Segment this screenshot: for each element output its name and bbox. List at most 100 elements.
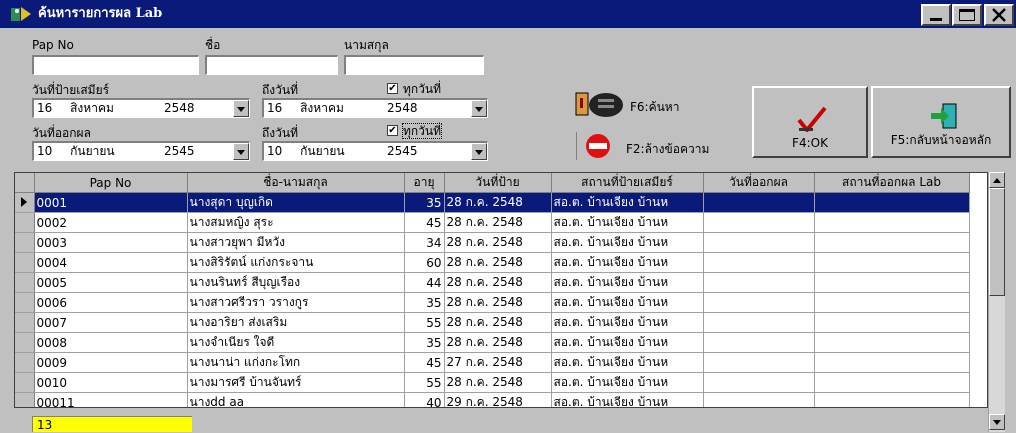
result-date-from-select[interactable]: 10 กันยายน 2545 xyxy=(32,141,250,161)
table-cell[interactable]: 35 xyxy=(404,192,445,213)
table-cell[interactable]: สอ.ต. บ้านเจียง บ้านห xyxy=(551,372,704,393)
table-cell[interactable] xyxy=(814,312,970,333)
table-cell[interactable] xyxy=(814,192,970,213)
table-cell[interactable]: สอ.ต. บ้านเจียง บ้านห xyxy=(551,212,704,233)
row-indicator[interactable] xyxy=(15,352,35,373)
table-row[interactable]: 0008 นางจำเนียร ใจดี 35 28 ก.ค. 2548 สอ.ต. บ… xyxy=(15,332,970,353)
table-cell[interactable]: 45 xyxy=(404,212,445,233)
column-header[interactable]: ชื่อ-นามสกุล xyxy=(187,173,405,193)
table-cell[interactable] xyxy=(814,332,970,353)
collect-date-to-select[interactable]: 16 สิงหาคม 2548 xyxy=(262,98,488,118)
result-all-dates-checkbox[interactable]: ✔ xyxy=(387,125,398,136)
table-cell[interactable]: 0009 xyxy=(34,352,188,373)
table-cell[interactable]: 0004 xyxy=(34,252,188,273)
results-grid[interactable]: Pap No ชื่อ-นามสกุล อายุ วันที่ป้าย สถาน… xyxy=(14,172,988,408)
table-cell[interactable] xyxy=(703,292,815,313)
vertical-scrollbar[interactable] xyxy=(988,172,1005,432)
table-cell[interactable]: สอ.ต. บ้านเจียง บ้านห xyxy=(551,352,704,373)
column-header[interactable]: Pap No xyxy=(34,173,188,193)
table-cell[interactable] xyxy=(703,352,815,373)
table-cell[interactable]: นางสมหญิง สุระ xyxy=(187,212,405,233)
table-cell[interactable]: 0001 xyxy=(34,192,188,213)
table-cell[interactable]: 0005 xyxy=(34,272,188,293)
chevron-down-icon[interactable] xyxy=(233,100,249,117)
table-cell[interactable]: นางสุดา บุญเกิด xyxy=(187,192,405,213)
table-row[interactable]: 0003 นางสาวยุพา มีหวัง 34 28 ก.ค. 2548 สอ.ต.… xyxy=(15,232,970,253)
ok-button[interactable]: F4:OK xyxy=(752,86,868,158)
chevron-down-icon[interactable] xyxy=(471,143,487,160)
surname-input[interactable] xyxy=(344,55,484,75)
table-row[interactable]: 0007 นางอาริยา ส่งเสริม 55 28 ก.ค. 2548 สอ.ต… xyxy=(15,312,970,333)
table-cell[interactable] xyxy=(703,252,815,273)
table-cell[interactable] xyxy=(703,372,815,393)
table-cell[interactable]: 0010 xyxy=(34,372,188,393)
table-cell[interactable]: 34 xyxy=(404,232,445,253)
table-row[interactable]: 00011 นางdd aa 40 29 ก.ค. 2548 สอ.ต. บ้านเจี… xyxy=(15,392,970,407)
table-cell[interactable]: นางนาน่า แก่งกะโทก xyxy=(187,352,405,373)
table-cell[interactable]: 45 xyxy=(404,352,445,373)
minimize-button[interactable] xyxy=(921,4,951,26)
table-cell[interactable]: นางนรินทร์ สีบุญเรือง xyxy=(187,272,405,293)
table-cell[interactable] xyxy=(703,332,815,353)
table-cell[interactable]: 28 ก.ค. 2548 xyxy=(444,332,552,353)
table-cell[interactable]: 0007 xyxy=(34,312,188,333)
table-cell[interactable] xyxy=(814,212,970,233)
table-cell[interactable] xyxy=(703,212,815,233)
table-cell[interactable]: นางอาริยา ส่งเสริม xyxy=(187,312,405,333)
table-cell[interactable]: 28 ก.ค. 2548 xyxy=(444,212,552,233)
scroll-thumb[interactable] xyxy=(989,188,1005,296)
table-cell[interactable] xyxy=(814,252,970,273)
table-cell[interactable] xyxy=(814,232,970,253)
row-indicator[interactable] xyxy=(15,312,35,333)
table-cell[interactable]: สอ.ต. บ้านเจียง บ้านห xyxy=(551,272,704,293)
table-cell[interactable] xyxy=(703,392,815,407)
row-indicator[interactable] xyxy=(15,252,35,273)
table-cell[interactable]: 55 xyxy=(404,312,445,333)
table-cell[interactable]: สอ.ต. บ้านเจียง บ้านห xyxy=(551,192,704,213)
clear-action[interactable]: F2:ล้างข้อความ xyxy=(574,132,739,162)
table-cell[interactable]: สอ.ต. บ้านเจียง บ้านห xyxy=(551,392,704,407)
collect-all-dates-checkbox[interactable]: ✔ xyxy=(387,83,398,94)
close-button[interactable] xyxy=(984,4,1014,26)
table-row[interactable]: 0010 นางมารศรี บ้านจันทร์ 55 28 ก.ค. 2548 สอ… xyxy=(15,372,970,393)
scroll-up-button[interactable] xyxy=(989,172,1005,188)
chevron-down-icon[interactable] xyxy=(471,100,487,117)
table-cell[interactable]: 28 ก.ค. 2548 xyxy=(444,252,552,273)
row-indicator[interactable] xyxy=(15,392,35,407)
table-row[interactable]: 0006 นางสาวศรีวรา วรางกูร 35 28 ก.ค. 2548 สอ… xyxy=(15,292,970,313)
table-cell[interactable]: นางdd aa xyxy=(187,392,405,407)
table-row[interactable]: 0004 นางสิริรัตน์ แก่งกระจาน 60 28 ก.ค. 254… xyxy=(15,252,970,273)
table-cell[interactable]: สอ.ต. บ้านเจียง บ้านห xyxy=(551,312,704,333)
table-row[interactable]: 0001 นางสุดา บุญเกิด 35 28 ก.ค. 2548 สอ.ต. บ… xyxy=(15,192,970,213)
row-indicator[interactable] xyxy=(15,292,35,313)
back-to-main-button[interactable]: F5:กลับหน้าจอหลัก xyxy=(871,86,1011,158)
table-row[interactable]: 0002 นางสมหญิง สุระ 45 28 ก.ค. 2548 สอ.ต. บ้… xyxy=(15,212,970,233)
table-cell[interactable]: 0003 xyxy=(34,232,188,253)
column-header[interactable]: สถานที่ป้ายเสมียร์ xyxy=(551,173,704,193)
chevron-down-icon[interactable] xyxy=(233,143,249,160)
table-cell[interactable]: สอ.ต. บ้านเจียง บ้านห xyxy=(551,232,704,253)
table-cell[interactable]: สอ.ต. บ้านเจียง บ้านห xyxy=(551,292,704,313)
table-cell[interactable]: 0006 xyxy=(34,292,188,313)
table-cell[interactable]: 28 ก.ค. 2548 xyxy=(444,232,552,253)
table-cell[interactable]: 28 ก.ค. 2548 xyxy=(444,272,552,293)
scroll-down-button[interactable] xyxy=(989,414,1005,430)
table-cell[interactable] xyxy=(814,352,970,373)
row-indicator[interactable] xyxy=(15,372,35,393)
collect-date-from-select[interactable]: 16 สิงหาคม 2548 xyxy=(32,98,250,118)
table-cell[interactable]: สอ.ต. บ้านเจียง บ้านห xyxy=(551,252,704,273)
result-date-to-select[interactable]: 10 กันยายน 2545 xyxy=(262,141,488,161)
table-cell[interactable]: 0008 xyxy=(34,332,188,353)
column-header[interactable]: อายุ xyxy=(404,173,445,193)
column-header[interactable]: วันที่ออกผล xyxy=(703,173,815,193)
row-indicator[interactable] xyxy=(15,232,35,253)
name-input[interactable] xyxy=(205,55,338,75)
table-cell[interactable]: 40 xyxy=(404,392,445,407)
table-cell[interactable] xyxy=(814,392,970,407)
table-cell[interactable]: นางสิริรัตน์ แก่งกระจาน xyxy=(187,252,405,273)
table-cell[interactable]: นางสาวศรีวรา วรางกูร xyxy=(187,292,405,313)
table-cell[interactable]: 44 xyxy=(404,272,445,293)
table-cell[interactable]: สอ.ต. บ้านเจียง บ้านห xyxy=(551,332,704,353)
table-cell[interactable]: 35 xyxy=(404,332,445,353)
table-cell[interactable]: 28 ก.ค. 2548 xyxy=(444,372,552,393)
